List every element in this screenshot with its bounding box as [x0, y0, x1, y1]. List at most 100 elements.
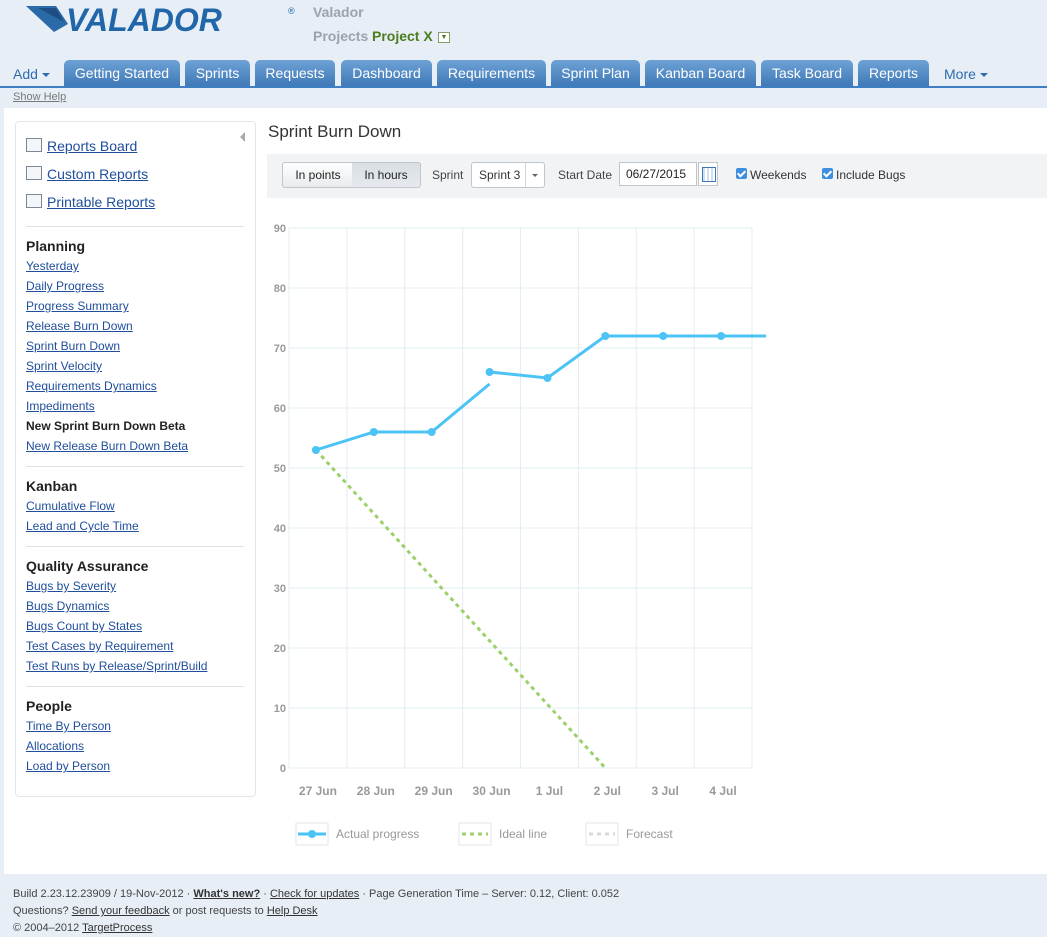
sidebar-item-time-by-person[interactable]: Time By Person [26, 719, 111, 733]
chart-icon [26, 194, 42, 209]
sidebar-item-release-burn-down[interactable]: Release Burn Down [26, 319, 133, 333]
x-tick-label: 29 Jun [415, 784, 453, 798]
app-header: VALADOR ® Valador Projects Project X ▼ A… [0, 0, 1047, 112]
y-tick-label: 60 [274, 403, 286, 415]
sidebar-item-cumulative-flow[interactable]: Cumulative Flow [26, 499, 115, 513]
weekends-checkbox[interactable] [736, 168, 747, 179]
actual-progress-point [717, 332, 726, 340]
tab-task-board[interactable]: Task Board [761, 60, 853, 86]
calendar-icon[interactable] [698, 162, 718, 186]
tab-kanban-board[interactable]: Kanban Board [645, 60, 756, 86]
sprint-select-value: Sprint 3 [479, 168, 521, 182]
sidebar-link[interactable]: Custom Reports [47, 166, 148, 182]
sidebar-item-new-sprint-burn-down-beta: New Sprint Burn Down Beta [26, 419, 186, 433]
divider [26, 466, 244, 467]
tab-getting-started[interactable]: Getting Started [64, 60, 180, 86]
divider [26, 686, 244, 687]
include-bugs-label: Include Bugs [836, 168, 906, 182]
in-hours-toggle[interactable]: In hours [352, 162, 421, 188]
check-updates-link[interactable]: Check for updates [270, 888, 359, 900]
sidebar-item-progress-summary[interactable]: Progress Summary [26, 299, 129, 313]
add-menu[interactable]: Add [13, 66, 50, 82]
footer-line-2: Questions? Send your feedback or post re… [13, 903, 619, 920]
x-tick-label: 4 Jul [709, 784, 736, 798]
sidebar-item-reports-board[interactable]: Reports Board [26, 138, 137, 154]
section-title-quality-assurance: Quality Assurance [26, 558, 149, 574]
more-menu[interactable]: More [944, 66, 988, 82]
tab-reports[interactable]: Reports [858, 60, 929, 86]
start-date-label: Start Date [558, 168, 613, 182]
copyright-text: © 2004–2012 [13, 922, 80, 934]
y-tick-label: 90 [274, 223, 286, 235]
sidebar-item-yesterday[interactable]: Yesterday [26, 259, 79, 273]
y-tick-label: 30 [274, 583, 286, 595]
burn-down-chart: 0 10 20 30 40 50 60 70 80 90 27 Jun 28 Jun 29 Jun 30 … [274, 223, 766, 846]
sidebar-item-lead-and-cycle-time[interactable]: Lead and Cycle Time [26, 519, 139, 533]
sprint-select[interactable]: Sprint 3 [471, 162, 545, 188]
build-info: Build 2.23.12.23909 / 19-Nov-2012 [13, 888, 184, 900]
footer-line-3: © 2004–2012 TargetProcess [13, 920, 619, 937]
main-nav: Add Getting Started Sprints Requests Das… [0, 60, 1047, 88]
tab-requirements[interactable]: Requirements [437, 60, 546, 86]
sidebar-item-test-runs[interactable]: Test Runs by Release/Sprint/Build [26, 659, 207, 673]
y-tick-label: 70 [274, 343, 286, 355]
x-tick-label: 1 Jul [536, 784, 563, 798]
help-desk-link[interactable]: Help Desk [267, 905, 318, 917]
divider [26, 546, 244, 547]
sidebar-item-custom-reports[interactable]: Custom Reports [26, 166, 148, 182]
in-points-toggle[interactable]: In points [282, 162, 354, 188]
x-tick-label: 3 Jul [652, 784, 679, 798]
legend-label: Forecast [626, 827, 673, 841]
sidebar-item-sprint-burn-down[interactable]: Sprint Burn Down [26, 339, 120, 353]
sidebar-link[interactable]: Printable Reports [47, 194, 155, 210]
start-date-input[interactable] [619, 162, 697, 186]
sidebar-item-sprint-velocity[interactable]: Sprint Velocity [26, 359, 102, 373]
sidebar-item-load-by-person[interactable]: Load by Person [26, 759, 110, 773]
sidebar-item-bugs-dynamics[interactable]: Bugs Dynamics [26, 599, 109, 613]
include-bugs-checkbox[interactable] [822, 168, 833, 179]
whats-new-link[interactable]: What's new? [193, 888, 260, 900]
chevron-down-icon[interactable] [525, 163, 544, 187]
legend-label: Actual progress [336, 827, 419, 841]
sidebar-item-printable-reports[interactable]: Printable Reports [26, 194, 155, 210]
project-name[interactable]: Project X [372, 28, 433, 44]
x-tick-label: 27 Jun [299, 784, 337, 798]
sidebar-item-allocations[interactable]: Allocations [26, 739, 84, 753]
valador-logo[interactable]: VALADOR ® [26, 2, 298, 36]
send-feedback-link[interactable]: Send your feedback [72, 905, 170, 917]
chevron-down-icon [41, 73, 50, 78]
questions-text: Questions? [13, 905, 69, 917]
sidebar-link[interactable]: Reports Board [47, 138, 137, 154]
sidebar-item-requirements-dynamics[interactable]: Requirements Dynamics [26, 379, 157, 393]
sidebar-item-impediments[interactable]: Impediments [26, 399, 95, 413]
sidebar-item-daily-progress[interactable]: Daily Progress [26, 279, 104, 293]
or-post-text: or post requests to [172, 905, 264, 917]
y-tick-label: 20 [274, 643, 286, 655]
sidebar-item-bugs-count-by-states[interactable]: Bugs Count by States [26, 619, 142, 633]
project-dropdown-icon[interactable]: ▼ [438, 32, 450, 43]
sidebar-item-test-cases-by-requirement[interactable]: Test Cases by Requirement [26, 639, 173, 653]
x-tick-label: 30 Jun [473, 784, 511, 798]
y-tick-label: 10 [274, 703, 286, 715]
add-label: Add [13, 66, 38, 82]
show-help-link[interactable]: Show Help [13, 91, 66, 103]
brand-text: VALADOR [66, 2, 222, 36]
tab-dashboard[interactable]: Dashboard [341, 60, 432, 86]
sidebar-item-bugs-by-severity[interactable]: Bugs by Severity [26, 579, 116, 593]
page-footer: Build 2.23.12.23909 / 19-Nov-2012 · What… [13, 886, 619, 937]
y-tick-label: 40 [274, 523, 286, 535]
weekends-label: Weekends [750, 168, 807, 182]
page-title: Sprint Burn Down [268, 122, 402, 141]
tab-sprints[interactable]: Sprints [185, 60, 250, 86]
divider [26, 226, 244, 227]
actual-progress-point [659, 332, 668, 340]
targetprocess-link[interactable]: TargetProcess [82, 922, 152, 934]
sidebar-item-new-release-burn-down-beta[interactable]: New Release Burn Down Beta [26, 439, 188, 453]
x-tick-label: 28 Jun [357, 784, 395, 798]
section-title-people: People [26, 698, 72, 714]
tab-requests[interactable]: Requests [255, 60, 335, 86]
section-title-planning: Planning [26, 238, 86, 254]
collapse-sidebar-icon[interactable] [240, 132, 245, 142]
more-label: More [944, 66, 976, 82]
tab-sprint-plan[interactable]: Sprint Plan [551, 60, 640, 86]
